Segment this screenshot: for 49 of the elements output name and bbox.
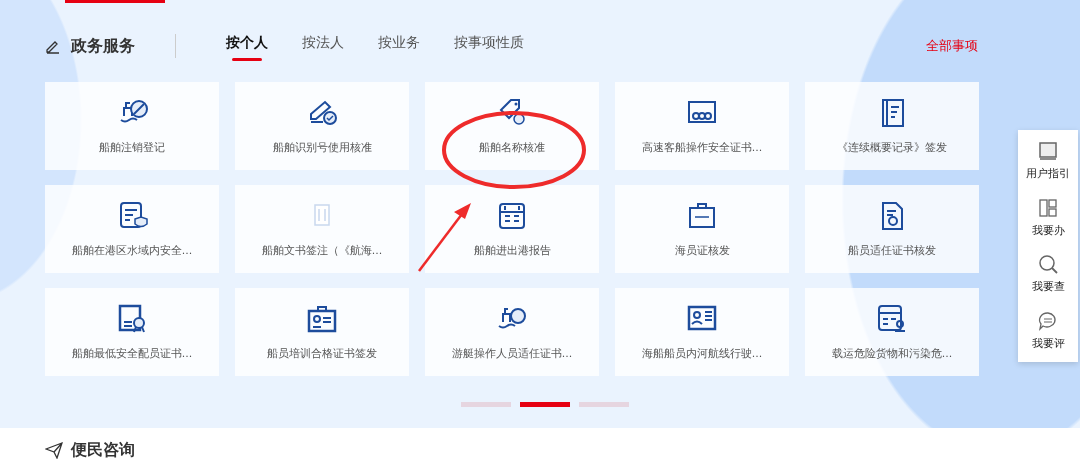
search-icon bbox=[1037, 253, 1059, 275]
service-label: 船舶进出港报告 bbox=[473, 242, 551, 259]
guide-book-icon bbox=[1037, 140, 1059, 162]
service-tile[interactable]: 船舶进出港报告 bbox=[425, 185, 599, 273]
service-tile[interactable]: 船员适任证书核发 bbox=[805, 185, 979, 273]
side-menu-item[interactable]: 我要评 bbox=[1031, 309, 1065, 352]
service-label: 高速客船操作安全证书... bbox=[641, 139, 763, 156]
grid-icon bbox=[1037, 196, 1059, 219]
service-label: 船舶名称核准 bbox=[479, 139, 545, 156]
annotation-arrow bbox=[418, 203, 471, 272]
service-tile[interactable]: 船员培训合格证书签发 bbox=[235, 288, 409, 376]
page-indicator[interactable] bbox=[579, 402, 629, 407]
side-menu-item[interactable]: 我要办 bbox=[1031, 196, 1065, 239]
service-tile[interactable]: 船舶名称核准 bbox=[425, 82, 599, 170]
service-label: 船舶最低安全配员证书... bbox=[71, 345, 193, 362]
service-label: 海员证核发 bbox=[674, 242, 730, 259]
service-tile[interactable]: 海船船员内河航线行驶... bbox=[615, 288, 789, 376]
service-label: 载运危险货物和污染危... bbox=[831, 345, 953, 362]
service-label: 海船船员内河航线行驶... bbox=[641, 345, 763, 362]
category-tab[interactable]: 按法人 bbox=[302, 31, 344, 61]
service-tile[interactable]: 船舶最低安全配员证书... bbox=[45, 288, 219, 376]
paper-plane-icon bbox=[45, 441, 63, 459]
service-label: 船员培训合格证书签发 bbox=[267, 345, 377, 362]
service-tile[interactable]: 《连续概要记录》签发 bbox=[805, 82, 979, 170]
service-label: 船舶在港区水域内安全... bbox=[71, 242, 193, 259]
category-tab[interactable]: 按业务 bbox=[378, 31, 420, 61]
service-label: 船舶注销登记 bbox=[99, 139, 165, 156]
service-tile[interactable]: 船舶注销登记 bbox=[45, 82, 219, 170]
service-tile[interactable]: 游艇操作人员适任证书... bbox=[425, 288, 599, 376]
service-tile[interactable]: 海员证核发 bbox=[615, 185, 789, 273]
service-tile[interactable]: 船舶文书签注（《航海... bbox=[235, 185, 409, 273]
page-indicator[interactable] bbox=[461, 402, 511, 407]
service-label: 《连续概要记录》签发 bbox=[837, 139, 947, 156]
service-label: 船舶识别号使用核准 bbox=[272, 139, 372, 156]
page-indicator[interactable] bbox=[520, 402, 570, 407]
category-tab[interactable]: 按事项性质 bbox=[454, 31, 524, 61]
section-title: 政务服务 bbox=[71, 35, 135, 57]
service-label: 船员适任证书核发 bbox=[848, 242, 936, 259]
category-tab[interactable]: 按个人 bbox=[226, 31, 268, 61]
service-tile[interactable]: 载运危险货物和污染危... bbox=[805, 288, 979, 376]
comment-icon bbox=[1037, 309, 1059, 332]
service-label: 船舶文书签注（《航海... bbox=[261, 242, 383, 259]
side-menu-item[interactable]: 用户指引 bbox=[1026, 140, 1070, 183]
side-menu-item[interactable]: 我要查 bbox=[1031, 253, 1065, 296]
service-tile[interactable]: 船舶识别号使用核准 bbox=[235, 82, 409, 170]
service-tile[interactable]: 船舶在港区水域内安全... bbox=[45, 185, 219, 273]
service-label: 游艇操作人员适任证书... bbox=[451, 345, 573, 362]
service-tile[interactable]: 高速客船操作安全证书... bbox=[615, 82, 789, 170]
section-title: 便民咨询 bbox=[71, 439, 135, 461]
